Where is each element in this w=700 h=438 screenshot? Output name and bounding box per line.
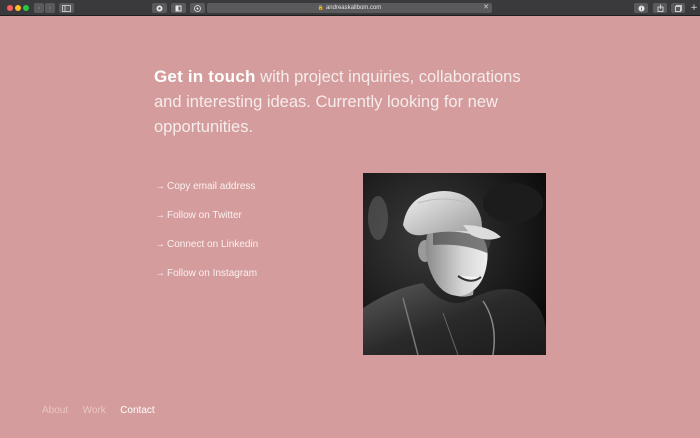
- back-icon: ‹: [37, 4, 41, 12]
- arrow-right-icon: →: [155, 239, 165, 250]
- portrait-photo: [363, 173, 546, 356]
- arrow-right-icon: →: [155, 181, 165, 192]
- sidebar-icon: [62, 4, 71, 12]
- portrait-image: [363, 173, 546, 356]
- link-label: Follow on Twitter: [167, 210, 242, 221]
- twitter-link[interactable]: → Follow on Twitter: [155, 209, 258, 238]
- stop-loading-icon[interactable]: ✕: [483, 3, 489, 13]
- extension-icon: [156, 5, 163, 11]
- minimize-window-button[interactable]: [15, 5, 21, 11]
- nav-work[interactable]: Work: [83, 404, 106, 418]
- extension-button-3[interactable]: [190, 3, 205, 13]
- contact-links: → Copy email address → Follow on Twitter →…: [155, 180, 258, 296]
- instagram-link[interactable]: → Follow on Instagram: [155, 267, 258, 296]
- nav-about[interactable]: About: [42, 404, 68, 418]
- zoom-window-button[interactable]: [23, 5, 29, 11]
- arrow-right-icon: →: [155, 268, 165, 279]
- footer-nav: About Work Contact: [42, 400, 165, 418]
- forward-icon: ›: [48, 4, 52, 12]
- arrow-right-icon: →: [155, 210, 165, 221]
- sidebar-toggle-button[interactable]: [59, 3, 74, 13]
- linkedin-link[interactable]: → Connect on Linkedin: [155, 238, 258, 267]
- new-tab-button[interactable]: +: [689, 3, 699, 13]
- back-button[interactable]: ‹: [34, 3, 44, 13]
- forward-button[interactable]: ›: [45, 3, 55, 13]
- link-label: Connect on Linkedin: [167, 239, 259, 250]
- privacy-icon: [194, 4, 201, 12]
- nav-contact[interactable]: Contact: [120, 404, 154, 418]
- reader-icon: [175, 5, 182, 11]
- address-bar[interactable]: 🔒 andreaskallbom.com ✕: [207, 3, 492, 13]
- close-window-button[interactable]: [7, 5, 13, 11]
- intro-text: Get in touch with project inquiries, col…: [154, 64, 534, 140]
- tabs-icon: [674, 4, 682, 12]
- url-text: andreaskallbom.com: [325, 5, 382, 11]
- share-button[interactable]: [653, 3, 667, 13]
- intro-heading: Get in touch: [154, 67, 256, 86]
- lock-icon: 🔒: [317, 5, 324, 11]
- share-icon: [657, 4, 663, 12]
- browser-toolbar: ‹ › 🔒 andreaskallbom.com ✕ +: [0, 0, 700, 16]
- extension-button-2[interactable]: [171, 3, 186, 13]
- tabs-overview-button[interactable]: [671, 3, 685, 13]
- plus-icon: +: [690, 3, 698, 13]
- extension-button-1[interactable]: [152, 3, 167, 13]
- copy-email-link[interactable]: → Copy email address: [155, 180, 258, 209]
- info-button[interactable]: [634, 3, 648, 13]
- link-label: Copy email address: [167, 181, 256, 192]
- link-label: Follow on Instagram: [167, 268, 258, 279]
- info-icon: [638, 5, 644, 11]
